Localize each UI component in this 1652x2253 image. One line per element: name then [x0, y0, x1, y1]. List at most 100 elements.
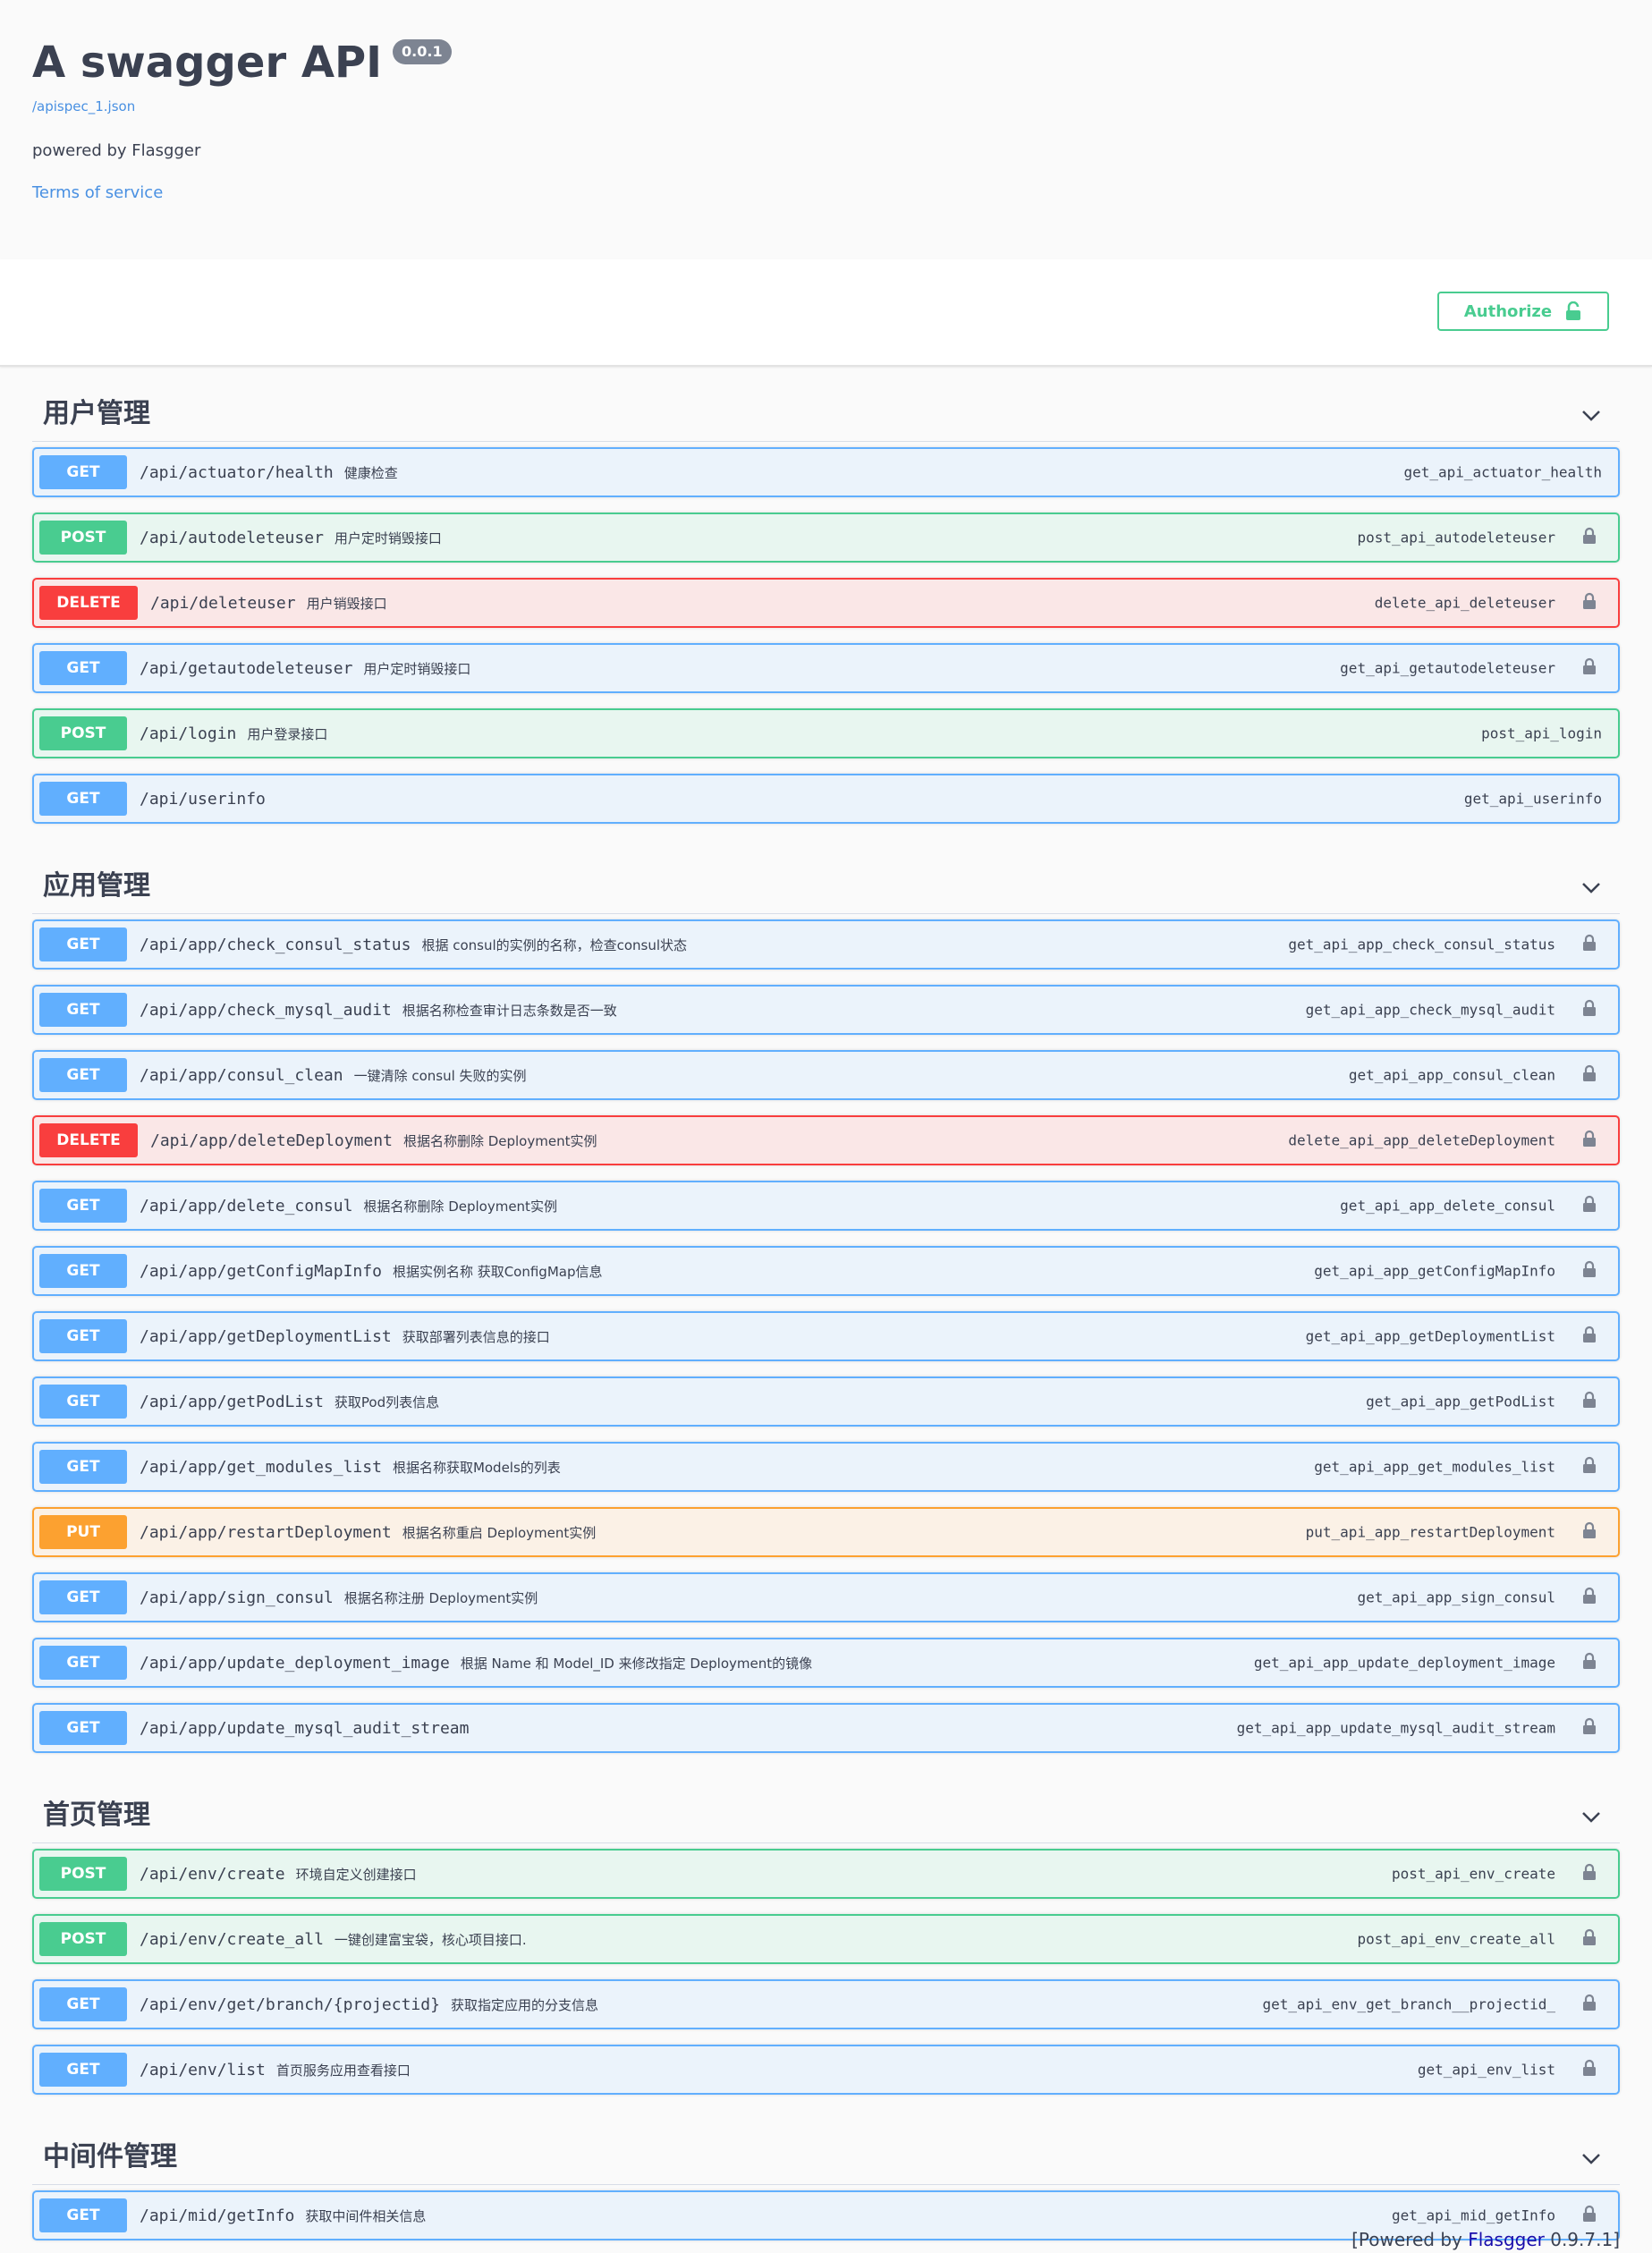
operation-row[interactable]: GET/api/env/get/branch/{projectid} 获取指定应用… — [32, 1979, 1620, 2029]
operation-row[interactable]: POST/api/env/create 环境自定义创建接口 post_api_env… — [32, 1849, 1620, 1899]
lock-icon[interactable] — [1582, 1652, 1597, 1673]
operation-row[interactable]: PUT/api/app/restartDeployment 根据名称重启 Depl… — [32, 1507, 1620, 1557]
lock-icon[interactable] — [1582, 934, 1597, 955]
authorize-button[interactable]: Authorize — [1437, 292, 1609, 331]
operation-row[interactable]: DELETE/api/deleteuser 用户销毁接口 delete_api_de… — [32, 578, 1620, 628]
operation-path: /api/app/getConfigMapInfo — [140, 1261, 382, 1281]
lock-icon[interactable] — [1582, 2059, 1597, 2080]
lock-icon[interactable] — [1582, 1326, 1597, 1347]
operation-path: /api/mid/getInfo — [140, 2206, 295, 2225]
operation-row[interactable]: POST/api/env/create_all 一键创建富宝袋，核心项目接口. po… — [32, 1914, 1620, 1964]
lock-icon[interactable] — [1582, 657, 1597, 679]
operation-row[interactable]: GET/api/actuator/health 健康检查 get_api_actua… — [32, 447, 1620, 497]
operation-row[interactable]: POST/api/login 用户登录接口 post_api_login — [32, 708, 1620, 758]
terms-of-service-link[interactable]: Terms of service — [32, 183, 1620, 202]
operation-id: get_api_app_update_deployment_image — [1253, 1654, 1555, 1672]
lock-icon[interactable] — [1582, 1587, 1597, 1608]
tag-section-header[interactable]: 中间件管理 — [32, 2110, 1620, 2185]
method-badge: GET — [39, 2053, 127, 2087]
operation-summary: 首页服务应用查看接口 — [275, 2062, 411, 2079]
operation-id: get_api_app_check_consul_status — [1288, 936, 1555, 953]
method-badge: GET — [39, 1711, 127, 1745]
lock-icon[interactable] — [1582, 1260, 1597, 1282]
method-badge: POST — [39, 716, 127, 750]
operation-id: get_api_app_getPodList — [1366, 1393, 1555, 1410]
scheme-container: Authorize — [0, 259, 1652, 367]
chevron-down-icon[interactable] — [1580, 2152, 1602, 2170]
operation-row[interactable]: GET/api/app/getConfigMapInfo 根据实例名称 获取Con… — [32, 1246, 1620, 1296]
lock-icon[interactable] — [1582, 527, 1597, 548]
operation-row[interactable]: DELETE/api/app/deleteDeployment 根据名称删除 De… — [32, 1115, 1620, 1165]
operation-path: /api/env/create — [140, 1864, 285, 1884]
operation-id: get_api_env_list — [1417, 2061, 1555, 2079]
operation-row[interactable]: GET/api/env/list 首页服务应用查看接口 get_api_env_li… — [32, 2045, 1620, 2095]
operation-row[interactable]: GET/api/app/update_deployment_image 根据 Na… — [32, 1638, 1620, 1688]
method-badge: POST — [39, 1922, 127, 1956]
operation-id: post_api_env_create_all — [1357, 1930, 1555, 1948]
method-badge: GET — [39, 2198, 127, 2232]
operation-summary: 根据 consul的实例的名称，检查consul状态 — [421, 936, 688, 953]
footer-prefix: [Powered by — [1351, 2229, 1469, 2250]
operation-id: get_api_app_consul_clean — [1348, 1066, 1555, 1084]
footer-suffix: 0.9.7.1] — [1544, 2229, 1620, 2250]
lock-icon[interactable] — [1582, 1994, 1597, 2015]
operation-path: /api/app/check_mysql_audit — [140, 1000, 392, 1020]
lock-icon[interactable] — [1582, 999, 1597, 1021]
operation-id: put_api_app_restartDeployment — [1305, 1523, 1555, 1541]
operation-path: /api/app/consul_clean — [140, 1065, 343, 1085]
chevron-down-icon[interactable] — [1580, 881, 1602, 899]
operation-row[interactable]: GET/api/app/get_modules_list 根据名称获取Models… — [32, 1442, 1620, 1492]
lock-icon[interactable] — [1582, 592, 1597, 614]
operation-summary: 根据名称检查审计日志条数是否一致 — [402, 1002, 617, 1019]
lock-icon[interactable] — [1582, 1863, 1597, 1885]
method-badge: GET — [39, 1189, 127, 1223]
tag-name: 中间件管理 — [43, 2141, 177, 2173]
operation-row[interactable]: GET/api/userinfo get_api_userinfo — [32, 774, 1620, 824]
lock-icon[interactable] — [1582, 2205, 1597, 2226]
chevron-down-icon[interactable] — [1580, 409, 1602, 427]
tag-section-header[interactable]: 首页管理 — [32, 1768, 1620, 1843]
operation-row[interactable]: GET/api/app/consul_clean 一键清除 consul 失败的实… — [32, 1050, 1620, 1100]
operation-row[interactable]: POST/api/autodeleteuser 用户定时销毁接口 post_api_… — [32, 512, 1620, 563]
lock-icon[interactable] — [1582, 1928, 1597, 1950]
operation-path: /api/app/restartDeployment — [140, 1522, 392, 1542]
operation-path: /api/app/update_mysql_audit_stream — [140, 1718, 470, 1738]
operation-summary: 根据名称删除 Deployment实例 — [363, 1198, 557, 1215]
chevron-down-icon[interactable] — [1580, 1810, 1602, 1828]
operation-path: /api/getautodeleteuser — [140, 658, 353, 678]
operation-summary: 根据名称删除 Deployment实例 — [402, 1132, 597, 1149]
operation-id: get_api_app_getDeploymentList — [1305, 1327, 1555, 1345]
footer: [Powered by Flasgger 0.9.7.1] — [1351, 2229, 1620, 2250]
operation-path: /api/env/get/branch/{projectid} — [140, 1995, 440, 2014]
operation-row[interactable]: GET/api/app/check_mysql_audit 根据名称检查审计日志条… — [32, 985, 1620, 1035]
operation-id: post_api_env_create — [1391, 1865, 1555, 1883]
flasgger-link[interactable]: Flasgger — [1468, 2229, 1545, 2250]
tag-section-header[interactable]: 用户管理 — [32, 367, 1620, 442]
lock-icon[interactable] — [1582, 1521, 1597, 1543]
operation-id: get_api_app_check_mysql_audit — [1305, 1001, 1555, 1019]
lock-icon[interactable] — [1582, 1391, 1597, 1412]
method-badge: GET — [39, 1058, 127, 1092]
lock-icon[interactable] — [1582, 1130, 1597, 1151]
operation-row[interactable]: GET/api/app/sign_consul 根据名称注册 Deployment… — [32, 1572, 1620, 1622]
tag-name: 用户管理 — [43, 398, 150, 429]
operation-row[interactable]: GET/api/app/check_consul_status 根据 consul… — [32, 919, 1620, 970]
operation-row[interactable]: GET/api/app/delete_consul 根据名称删除 Deployme… — [32, 1181, 1620, 1231]
operation-summary: 根据实例名称 获取ConfigMap信息 — [392, 1263, 603, 1280]
operation-row[interactable]: GET/api/app/getDeploymentList 获取部署列表信息的接口… — [32, 1311, 1620, 1361]
operation-row[interactable]: GET/api/getautodeleteuser 用户定时销毁接口 get_api… — [32, 643, 1620, 693]
spec-url-link[interactable]: /apispec_1.json — [32, 98, 1620, 114]
lock-icon[interactable] — [1582, 1456, 1597, 1478]
operation-id: get_api_app_sign_consul — [1357, 1588, 1555, 1606]
lock-icon[interactable] — [1582, 1064, 1597, 1086]
operation-path: /api/app/delete_consul — [140, 1196, 353, 1215]
operation-summary: 用户登录接口 — [247, 725, 328, 742]
operation-row[interactable]: GET/api/app/getPodList 获取Pod列表信息 get_api_a… — [32, 1376, 1620, 1427]
tag-section-header[interactable]: 应用管理 — [32, 839, 1620, 914]
operation-summary: 用户定时销毁接口 — [363, 660, 471, 677]
lock-icon[interactable] — [1582, 1195, 1597, 1216]
page-title: A swagger API — [32, 38, 383, 88]
operation-row[interactable]: GET/api/app/update_mysql_audit_stream get… — [32, 1703, 1620, 1753]
lock-icon[interactable] — [1582, 1717, 1597, 1739]
method-badge: GET — [39, 455, 127, 489]
